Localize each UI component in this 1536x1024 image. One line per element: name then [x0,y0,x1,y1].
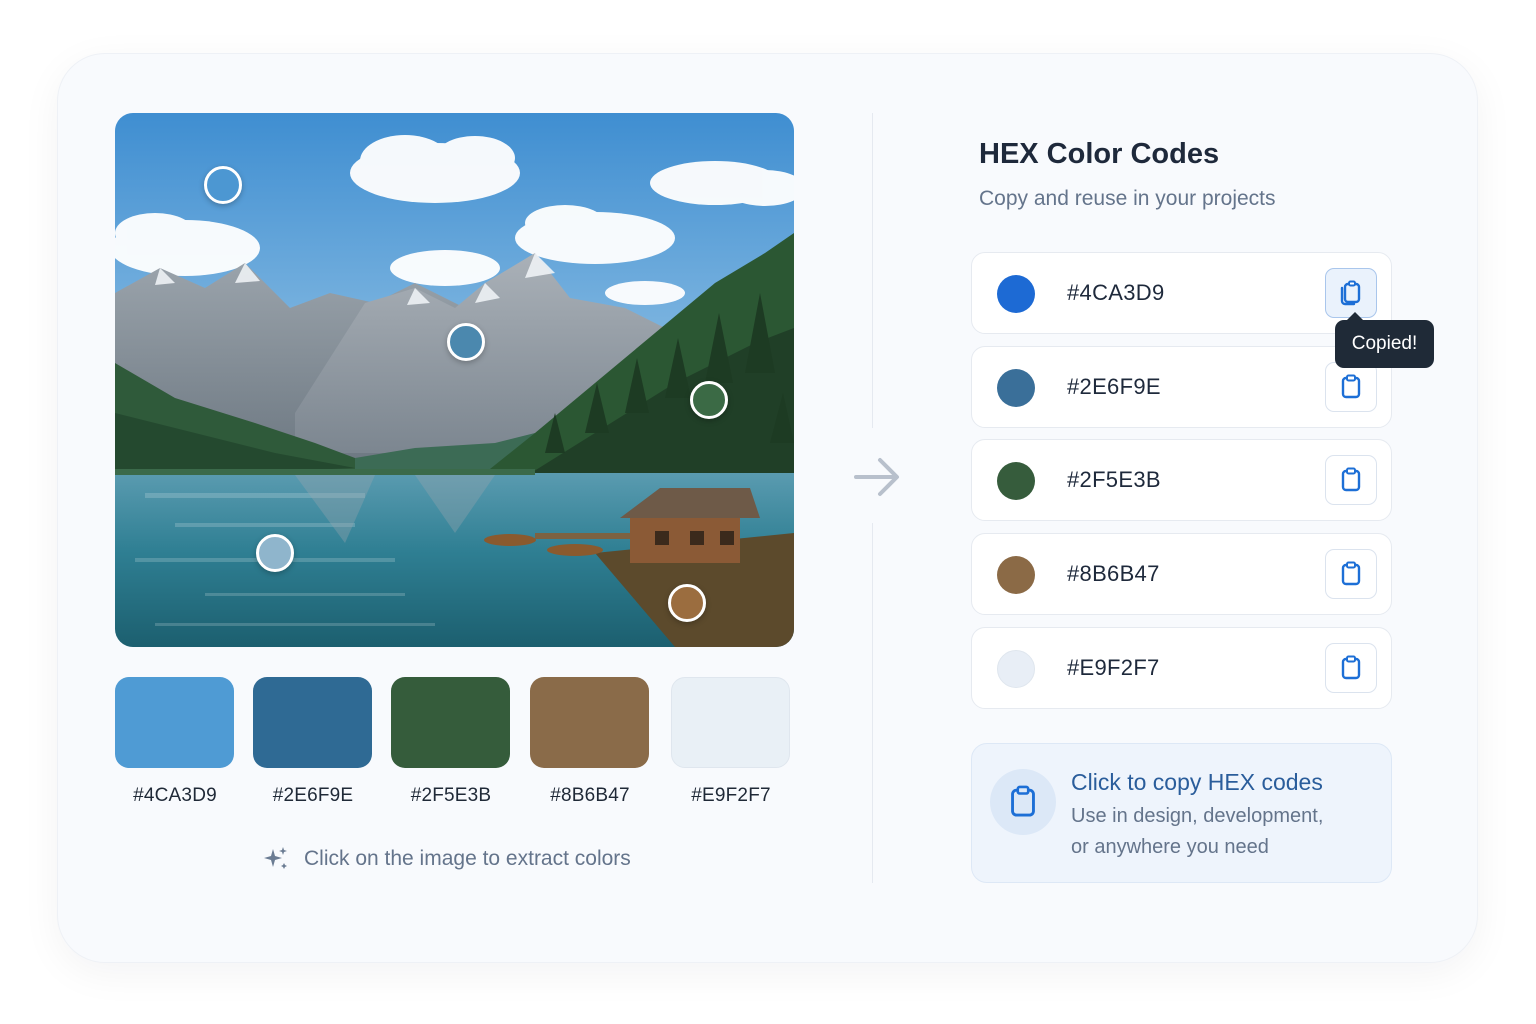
info-title: Click to copy HEX codes [1071,769,1323,795]
info-icon-circle [990,769,1056,835]
sparkle-icon [264,847,287,869]
hint-text: Click on the image to extract colors [304,847,631,870]
color-swatch[interactable] [253,677,372,768]
copy-button[interactable] [1325,455,1377,505]
copy-button[interactable] [1325,362,1377,412]
color-dot [997,275,1035,313]
color-swatch[interactable] [671,677,790,768]
landscape-image[interactable] [115,113,794,647]
hex-code: #8B6B47 [1067,561,1160,586]
copy-button[interactable] [1325,268,1377,318]
divider [872,523,873,883]
color-dot [997,650,1035,688]
panel-title: HEX Color Codes [979,138,1220,170]
copy-icon [1011,785,1035,817]
copy-button[interactable] [1325,549,1377,599]
color-picker-marker[interactable] [447,323,485,361]
copy-icon [1341,374,1361,399]
hex-row: #2F5E3B [971,439,1392,521]
info-text: Use in design, development, [1071,805,1324,827]
hex-row: #E9F2F7 [971,627,1392,709]
info-box: Click to copy HEX codes Use in design, d… [971,743,1392,883]
hex-code: #2F5E3B [1067,467,1161,492]
divider [872,113,873,428]
panel-subtitle: Copy and reuse in your projects [979,187,1276,210]
color-dot [997,462,1035,500]
copy-icon [1341,655,1361,680]
color-swatch[interactable] [391,677,510,768]
color-picker-marker[interactable] [256,534,294,572]
hex-row: #4CA3D9 [971,252,1392,334]
color-dot [997,369,1035,407]
hex-code: #4CA3D9 [1067,280,1165,305]
color-picker-marker[interactable] [668,584,706,622]
copy-icon [1341,561,1361,586]
hex-code: #2E6F9E [1067,374,1161,399]
copy-button[interactable] [1325,643,1377,693]
hex-row: #8B6B47 [971,533,1392,615]
swatch-hex-label: #2F5E3B [410,785,492,806]
copy-icon [1341,467,1361,492]
color-swatch[interactable] [115,677,234,768]
swatch-hex-label: #4CA3D9 [133,785,217,806]
color-picker-marker[interactable] [204,166,242,204]
color-dot [997,556,1035,594]
copied-tooltip: Copied! [1335,312,1434,368]
swatch-hex-label: #2E6F9E [272,785,354,806]
arrow-right-icon [854,458,899,496]
hex-row: #2E6F9E [971,346,1392,428]
swatch-hex-label: #E9F2F7 [691,785,771,806]
swatch-hex-label: #8B6B47 [550,785,630,806]
hex-code: #E9F2F7 [1067,655,1160,680]
copy-icon [1340,280,1361,306]
color-swatch[interactable] [530,677,649,768]
info-text: or anywhere you need [1071,836,1269,858]
extract-hint: Click on the image to extract colors [262,843,631,875]
color-picker-marker[interactable] [690,381,728,419]
